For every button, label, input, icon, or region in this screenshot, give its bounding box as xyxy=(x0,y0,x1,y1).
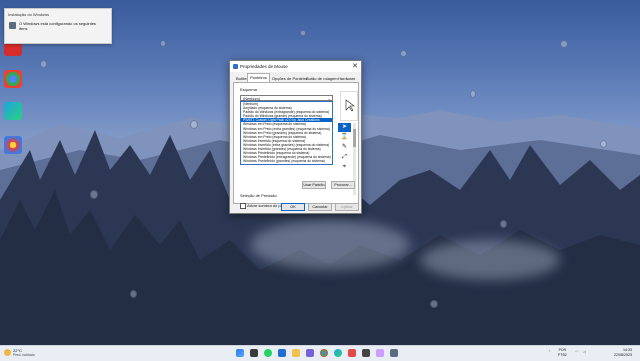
raindrop xyxy=(130,290,137,298)
wifi-icon[interactable]: ◠ xyxy=(575,350,578,354)
scheme-option[interactable]: Windows Predefinido (grandes) (esquema d… xyxy=(241,159,332,163)
raindrop xyxy=(560,40,568,48)
weather-icon[interactable] xyxy=(4,349,11,356)
browse-button[interactable]: Procurar... xyxy=(331,181,355,189)
arrow-cursor-icon xyxy=(345,99,355,112)
clock[interactable]: 14:33 22/08/2023 xyxy=(614,348,632,357)
dialog-titlebar[interactable]: Propriedades de Mouse ✕ xyxy=(230,61,361,72)
raindrop xyxy=(190,120,198,129)
ok-button[interactable]: OK xyxy=(281,203,305,211)
raindrop xyxy=(600,140,607,148)
scheme-label: Esquema xyxy=(240,87,257,92)
apply-button[interactable]: Aplicar xyxy=(335,203,359,211)
selection-label: Seleção de Precisão xyxy=(240,193,277,198)
tab-bar: Botões Ponteiros Opções de Ponteiro Botã… xyxy=(233,73,358,83)
dialog-title: Propriedades de Mouse xyxy=(240,64,288,69)
scheme-dropdown-list: (Nenhum) Ampliado (esquema do sistema) P… xyxy=(240,101,333,165)
mouse-properties-dialog: Propriedades de Mouse ✕ Botões Ponteiros… xyxy=(229,60,362,214)
chrome-icon[interactable] xyxy=(320,349,328,357)
pointer-preview xyxy=(340,91,358,121)
raindrop xyxy=(400,50,407,57)
raindrop xyxy=(470,90,476,98)
scrollbar-thumb[interactable] xyxy=(353,129,356,147)
language-layout: PTB2 xyxy=(558,352,567,357)
file-explorer-icon[interactable] xyxy=(292,349,300,357)
cancel-button[interactable]: Cancelar xyxy=(308,203,332,211)
pointer-shadow-checkbox[interactable] xyxy=(240,203,246,209)
notification-title: Instalação do Windows xyxy=(8,12,50,17)
chrome-icon[interactable] xyxy=(4,70,22,88)
app-icon[interactable] xyxy=(306,349,314,357)
app-icon[interactable] xyxy=(278,349,286,357)
app-icon[interactable] xyxy=(376,349,384,357)
raindrop xyxy=(430,300,438,308)
media-app-icon[interactable] xyxy=(4,136,22,154)
app-icon[interactable] xyxy=(362,349,370,357)
whatsapp-icon[interactable] xyxy=(264,349,272,357)
cursor-handwriting-icon[interactable]: ✎ xyxy=(338,143,351,152)
fog xyxy=(420,240,560,280)
settings-icon[interactable] xyxy=(390,349,398,357)
clock-date: 22/08/2023 xyxy=(614,352,632,357)
tray-chevron-icon[interactable]: ⌃ xyxy=(548,350,551,354)
start-icon[interactable] xyxy=(236,349,244,357)
app-icon[interactable] xyxy=(348,349,356,357)
cursor-help-icon[interactable]: ⌛ xyxy=(338,133,351,142)
setup-notification[interactable]: Instalação do Windows O Windows está con… xyxy=(4,8,112,44)
language-code: POR xyxy=(558,348,567,352)
edge-icon[interactable] xyxy=(334,349,342,357)
notification-message: O Windows está configurando os seguintes… xyxy=(19,21,96,31)
edge-icon[interactable] xyxy=(4,102,22,120)
mouse-icon xyxy=(233,64,238,69)
raindrop xyxy=(300,30,306,36)
cursor-resize-icon[interactable]: ⤢ xyxy=(338,153,351,162)
language-indicator[interactable]: POR PTB2 xyxy=(558,348,567,357)
raindrop xyxy=(40,60,47,68)
windows-setup-icon xyxy=(9,22,16,29)
raindrop xyxy=(160,40,166,47)
cursor-precision-icon[interactable]: ⌖ xyxy=(338,163,351,172)
raindrop xyxy=(500,220,507,228)
close-icon[interactable]: ✕ xyxy=(352,62,358,71)
fog xyxy=(250,220,410,270)
weather-description[interactable]: Pred. nublado xyxy=(13,353,35,357)
use-default-button[interactable]: Usar Padrão xyxy=(302,181,326,189)
raindrop xyxy=(90,190,98,199)
volume-icon[interactable]: ◁ xyxy=(583,350,586,354)
cursor-normal-icon[interactable]: ➤ xyxy=(338,123,351,132)
taskbar: 22°C Pred. nublado ⌃ POR PTB2 ◠ ◁ 14:33 … xyxy=(0,345,640,361)
app-icon[interactable] xyxy=(250,349,258,357)
